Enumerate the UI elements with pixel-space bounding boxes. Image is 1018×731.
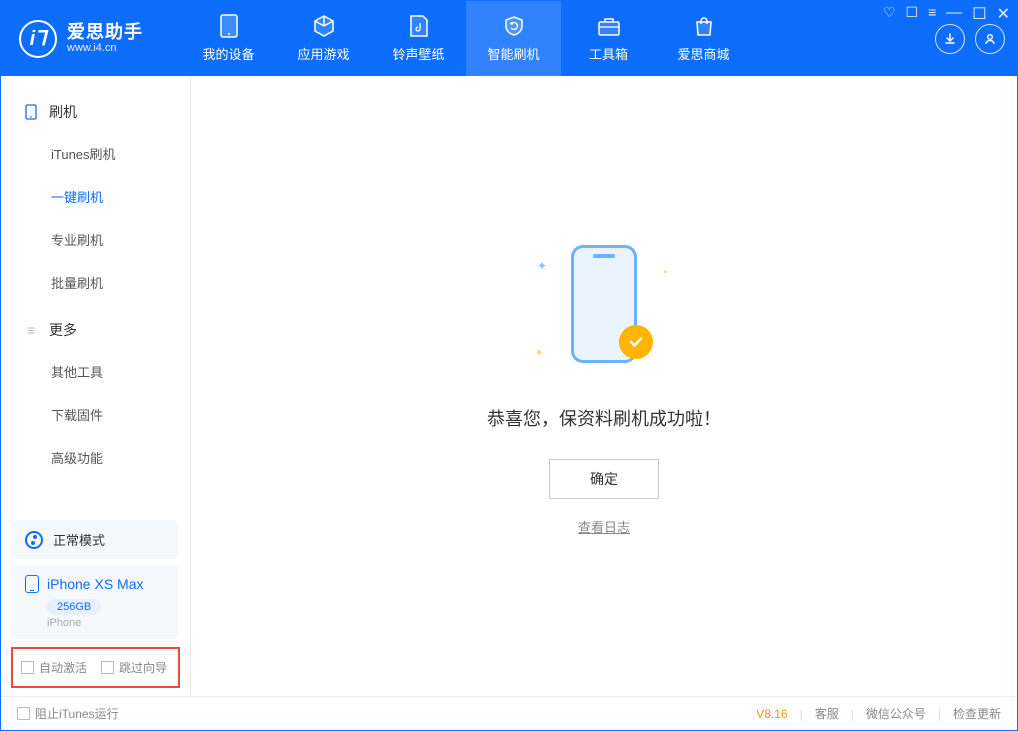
list-icon: ≡ [23, 322, 39, 338]
success-message: 恭喜您，保资料刷机成功啦！ [487, 405, 721, 431]
nav-my-device[interactable]: 我的设备 [181, 1, 276, 76]
highlighted-checkboxes: 自动激活 跳过向导 [11, 647, 180, 688]
device-icon [220, 14, 238, 38]
phone-icon [23, 104, 39, 120]
main-nav: 我的设备 应用游戏 铃声壁纸 智能刷机 工具箱 爱思商城 [181, 1, 751, 76]
storage-badge: 256GB [47, 599, 101, 615]
sidebar-section-more[interactable]: ≡ 更多 [1, 310, 190, 350]
check-update-link[interactable]: 检查更新 [953, 705, 1001, 722]
mode-icon [25, 531, 43, 549]
account-button[interactable] [975, 24, 1005, 54]
statusbar: 阻止iTunes运行 V8.16 | 客服 | 微信公众号 | 检查更新 [1, 696, 1017, 730]
checkmark-icon [619, 325, 653, 359]
close-button[interactable]: ✕ [997, 4, 1010, 24]
sidebar-item-advanced[interactable]: 高级功能 [1, 436, 190, 479]
sidebar-item-oneclick-flash[interactable]: 一键刷机 [1, 175, 190, 218]
wechat-link[interactable]: 微信公众号 [866, 705, 926, 722]
app-site: www.i4.cn [67, 42, 143, 54]
skip-guide-checkbox[interactable]: 跳过向导 [101, 659, 167, 676]
titlebar-actions [935, 24, 1017, 54]
device-type: iPhone [47, 617, 166, 629]
skin-icon[interactable]: ♡ [883, 4, 896, 24]
ok-button[interactable]: 确定 [549, 459, 659, 499]
device-name: iPhone XS Max [47, 576, 144, 592]
logo-icon: iꓶ [19, 20, 57, 58]
mode-card[interactable]: 正常模式 [13, 520, 178, 559]
view-log-link[interactable]: 查看日志 [578, 517, 630, 536]
sidebar-item-itunes-flash[interactable]: iTunes刷机 [1, 132, 190, 175]
success-illustration: ✦ ✦ • [549, 237, 659, 377]
auto-activate-checkbox[interactable]: 自动激活 [21, 659, 87, 676]
sidebar-item-other-tools[interactable]: 其他工具 [1, 350, 190, 393]
titlebar: ♡ ☐ ≡ — ☐ ✕ iꓶ 爱思助手 www.i4.cn 我的设备 应用游戏 [1, 1, 1017, 76]
block-itunes-checkbox[interactable]: 阻止iTunes运行 [17, 705, 119, 722]
refresh-shield-icon [502, 14, 526, 38]
logo: iꓶ 爱思助手 www.i4.cn [1, 20, 181, 58]
customer-service-link[interactable]: 客服 [815, 705, 839, 722]
toolbox-icon [597, 14, 621, 38]
sidebar-section-flash[interactable]: 刷机 [1, 92, 190, 132]
sidebar: 刷机 iTunes刷机 一键刷机 专业刷机 批量刷机 ≡ 更多 其他工具 下载固… [1, 76, 191, 696]
app-name: 爱思助手 [67, 23, 143, 43]
nav-toolbox[interactable]: 工具箱 [561, 1, 656, 76]
music-file-icon [409, 14, 429, 38]
sidebar-item-batch-flash[interactable]: 批量刷机 [1, 261, 190, 304]
content-area: ✦ ✦ • 恭喜您，保资料刷机成功啦！ 确定 查看日志 [191, 76, 1017, 696]
device-icon [25, 575, 39, 593]
bag-icon [693, 14, 715, 38]
device-card[interactable]: iPhone XS Max 256GB iPhone [13, 565, 178, 639]
nav-apps-games[interactable]: 应用游戏 [276, 1, 371, 76]
nav-smart-flash[interactable]: 智能刷机 [466, 1, 561, 76]
download-button[interactable] [935, 24, 965, 54]
nav-ringtones-wallpapers[interactable]: 铃声壁纸 [371, 1, 466, 76]
menu-icon[interactable]: ≡ [928, 4, 936, 24]
feedback-icon[interactable]: ☐ [906, 4, 919, 24]
cube-icon [312, 14, 336, 38]
version-label: V8.16 [756, 707, 787, 721]
nav-store[interactable]: 爱思商城 [656, 1, 751, 76]
sidebar-item-download-firmware[interactable]: 下载固件 [1, 393, 190, 436]
window-controls: ♡ ☐ ≡ — ☐ ✕ [883, 4, 1010, 24]
sidebar-item-pro-flash[interactable]: 专业刷机 [1, 218, 190, 261]
minimize-button[interactable]: — [946, 4, 962, 24]
maximize-button[interactable]: ☐ [972, 4, 986, 24]
